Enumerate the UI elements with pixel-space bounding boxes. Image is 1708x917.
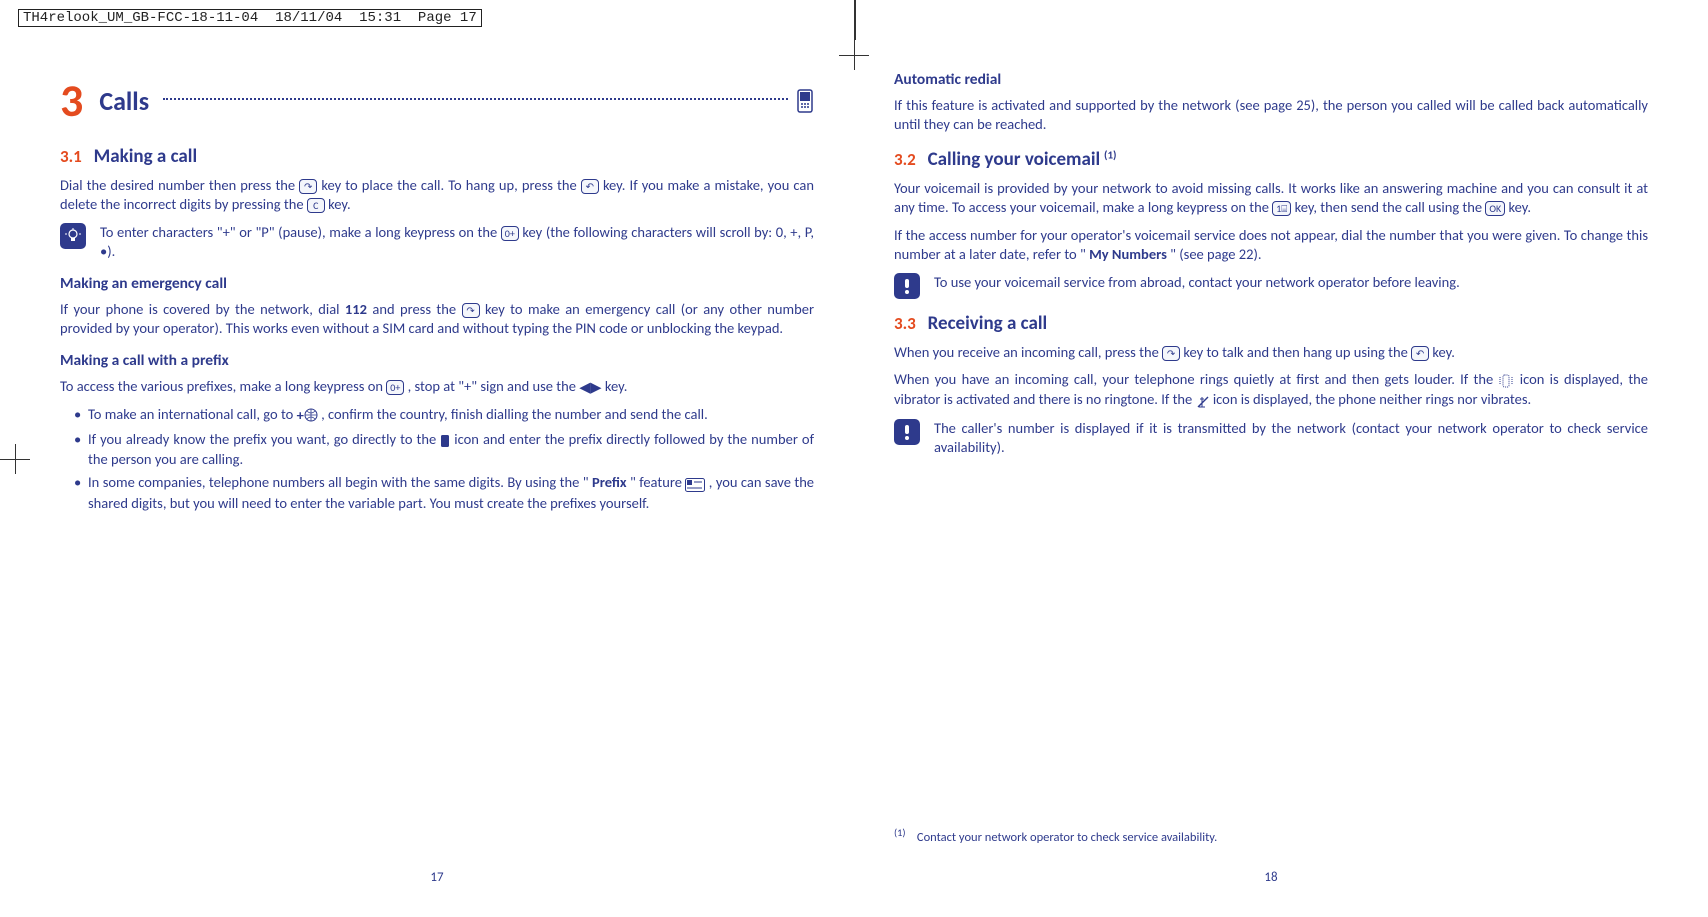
footnote: (1) Contact your network operator to che… (894, 826, 1648, 847)
footnote-text: Contact your network operator to check s… (917, 830, 1217, 845)
voicemail-paragraph-1: Your voicemail is provided by your netwo… (894, 179, 1648, 218)
page-left: 3 Calls 3.1 Making a call Dial the desir… (60, 70, 814, 877)
call-key-icon: ↷ (1162, 346, 1180, 361)
list-item: In some companies, telephone numbers all… (74, 473, 814, 513)
silent-icon (1196, 391, 1210, 411)
ok-key-icon: OK (1485, 201, 1505, 216)
prefix-list: To make an international call, go to + ,… (60, 405, 814, 513)
section-3-1-heading: 3.1 Making a call (60, 144, 814, 170)
warning-note: To use your voicemail service from abroa… (894, 273, 1648, 299)
chapter-number: 3 (60, 70, 83, 132)
automatic-redial-paragraph: If this feature is activated and support… (894, 96, 1648, 135)
vibrate-icon (1498, 371, 1514, 391)
plus-globe-icon: + (297, 406, 318, 426)
page-number: 17 (430, 869, 443, 887)
print-time: 15:31 (359, 10, 401, 26)
list-item: To make an international call, go to + ,… (74, 405, 814, 425)
prefix-card-icon (685, 474, 705, 494)
section-number: 3.1 (60, 146, 82, 167)
print-filename: TH4relook_UM_GB-FCC-18-11-04 (23, 10, 258, 26)
print-page-label: Page 17 (418, 10, 477, 26)
c-key-icon: C (307, 198, 325, 213)
warning-note: The caller's number is displayed if it i… (894, 419, 1648, 458)
making-call-paragraph: Dial the desired number then press the ↷… (60, 176, 814, 215)
emergency-call-heading: Making an emergency call (60, 274, 814, 295)
call-key-icon: ↷ (299, 179, 317, 194)
automatic-redial-heading: Automatic redial (894, 70, 1648, 91)
print-date: 18/11/04 (275, 10, 342, 26)
receiving-call-paragraph-1: When you receive an incoming call, press… (894, 343, 1648, 363)
section-title: Making a call (94, 145, 198, 168)
hangup-key-icon: ↶ (581, 179, 599, 194)
section-number: 3.2 (894, 149, 916, 170)
dot-leader (163, 94, 788, 100)
page-right: Automatic redial If this feature is acti… (894, 70, 1648, 877)
footnote-mark: (1) (1104, 148, 1116, 161)
emergency-number: 112 (345, 300, 367, 318)
section-3-2-heading: 3.2 Calling your voicemail (1) (894, 147, 1648, 173)
prefix-access-paragraph: To access the various prefixes, make a l… (60, 377, 814, 397)
chapter-title: Calls (99, 84, 149, 119)
section-3-3-heading: 3.3 Receiving a call (894, 311, 1648, 337)
receiving-call-paragraph-2: When you have an incoming call, your tel… (894, 370, 1648, 411)
section-number: 3.3 (894, 313, 916, 334)
exclamation-icon (894, 419, 920, 445)
page-number: 18 (1264, 869, 1277, 887)
print-job-header: TH4relook_UM_GB-FCC-18-11-04 18/11/04 15… (18, 10, 492, 26)
voicemail-paragraph-2: If the access number for your operator's… (894, 226, 1648, 265)
section-title: Calling your voicemail (928, 148, 1101, 171)
hangup-key-icon: ↶ (1411, 346, 1429, 361)
left-right-key-icon: ◀▶ (579, 378, 601, 398)
zero-plus-key-icon: 0+ (386, 380, 404, 395)
call-key-icon: ↷ (462, 303, 480, 318)
registration-mark-left (0, 444, 30, 474)
zero-plus-key-icon: 0+ (501, 226, 519, 241)
footnote-marker: (1) (894, 826, 906, 839)
exclamation-icon (894, 273, 920, 299)
handset-icon (440, 430, 450, 450)
emergency-call-paragraph: If your phone is covered by the network,… (60, 300, 814, 339)
section-title: Receiving a call (928, 312, 1048, 335)
one-voicemail-key-icon: 1⌸ (1272, 201, 1291, 216)
list-item: If you already know the prefix you want,… (74, 430, 814, 470)
tip-note: To enter characters "+" or "P" (pause), … (60, 223, 814, 262)
prefix-call-heading: Making a call with a prefix (60, 351, 814, 372)
phone-icon (796, 89, 814, 113)
chapter-heading: 3 Calls (60, 70, 814, 132)
lightbulb-icon (60, 223, 86, 249)
